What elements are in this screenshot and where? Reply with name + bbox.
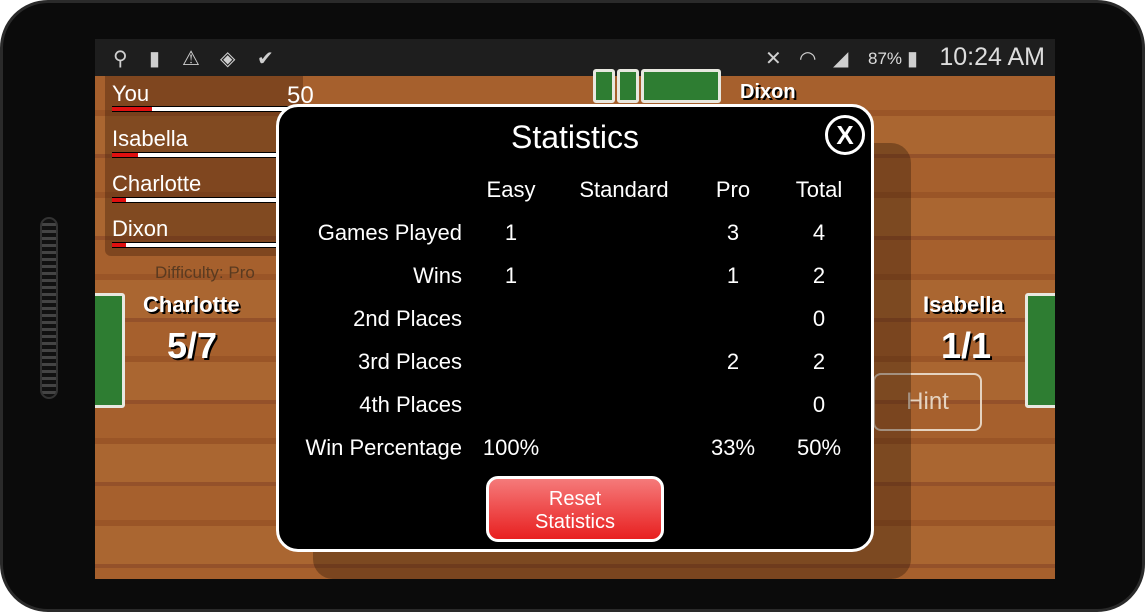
row-label: 2nd Places: [353, 306, 462, 331]
player-name: Dixon: [112, 216, 169, 241]
phone-frame: ⚲ ▮ ⚠ ◈ ✔ ✕ ◠ ◢ 87% ▮ 10:24 AM Dixon 50 …: [0, 0, 1145, 612]
player-name: You: [112, 81, 150, 106]
row-label: 4th Places: [359, 392, 462, 417]
column-header: Pro: [715, 177, 751, 202]
close-button[interactable]: X: [825, 115, 865, 155]
row-label: Wins: [413, 263, 462, 288]
reset-statistics-button[interactable]: Reset Statistics: [486, 476, 664, 542]
player-name: Charlotte: [112, 171, 202, 196]
card-back: [617, 69, 639, 103]
stat-cell: 2: [812, 263, 826, 288]
stat-cell: 2: [812, 349, 826, 374]
signal-icon: ◢: [833, 48, 849, 70]
stat-cell: 0: [812, 306, 826, 331]
column-header: Standard: [579, 177, 669, 202]
row-label: Win Percentage: [305, 435, 462, 460]
right-player-name: Isabella: [923, 292, 1004, 317]
player-name: Isabella: [112, 126, 188, 151]
column-header: Easy: [486, 177, 536, 202]
reset-label: Reset: [548, 488, 602, 510]
dialog-title: Statistics: [510, 119, 640, 155]
stat-cell: 4: [812, 220, 826, 245]
column-header: Total: [795, 177, 843, 202]
stat-cell: 50%: [796, 435, 842, 460]
statistics-dialog: Statistics X Easy Standard Pro Total Games P…: [276, 104, 874, 552]
card-back: [95, 293, 125, 408]
battery-charging-icon: ▮: [907, 48, 919, 70]
stat-cell: 3: [726, 220, 740, 245]
stat-cell: 33%: [710, 435, 756, 460]
row-label: Games Played: [317, 220, 462, 245]
usb-icon: ⚲: [113, 48, 128, 70]
stat-cell: 1: [504, 220, 518, 245]
stat-cell: 2: [726, 349, 740, 374]
stat-cell: 1: [726, 263, 740, 288]
screen: ⚲ ▮ ⚠ ◈ ✔ ✕ ◠ ◢ 87% ▮ 10:24 AM Dixon 50 …: [95, 39, 1055, 579]
stat-cell: 1: [504, 263, 518, 288]
clock: 10:24 AM: [939, 43, 1045, 71]
wifi-icon: ◠: [799, 48, 817, 70]
vpn-shield-icon: ◈: [220, 48, 236, 70]
mute-icon: ✕: [765, 48, 782, 70]
difficulty-label: Difficulty: Pro: [155, 263, 255, 282]
stat-cell: 0: [812, 392, 826, 417]
keyhole-icon: ▮: [149, 48, 161, 70]
status-bar: ⚲ ▮ ⚠ ◈ ✔ ✕ ◠ ◢ 87% ▮ 10:24 AM: [95, 39, 1055, 76]
stat-cell: 100%: [482, 435, 540, 460]
battery-percent: 87%: [868, 49, 903, 68]
card-back: [1025, 293, 1055, 408]
right-player-score: 1/1: [941, 325, 992, 366]
left-player-name: Charlotte: [143, 292, 240, 317]
top-player-name: Dixon: [740, 81, 796, 103]
speaker-grille: [40, 217, 58, 399]
warning-icon: ⚠: [182, 48, 200, 70]
checkmark-flag-icon: ✔: [257, 48, 274, 70]
card-back: [593, 69, 615, 103]
left-player-score: 5/7: [167, 325, 218, 366]
reset-label: Statistics: [534, 511, 616, 533]
card-back: [641, 69, 721, 103]
row-label: 3rd Places: [358, 349, 462, 374]
